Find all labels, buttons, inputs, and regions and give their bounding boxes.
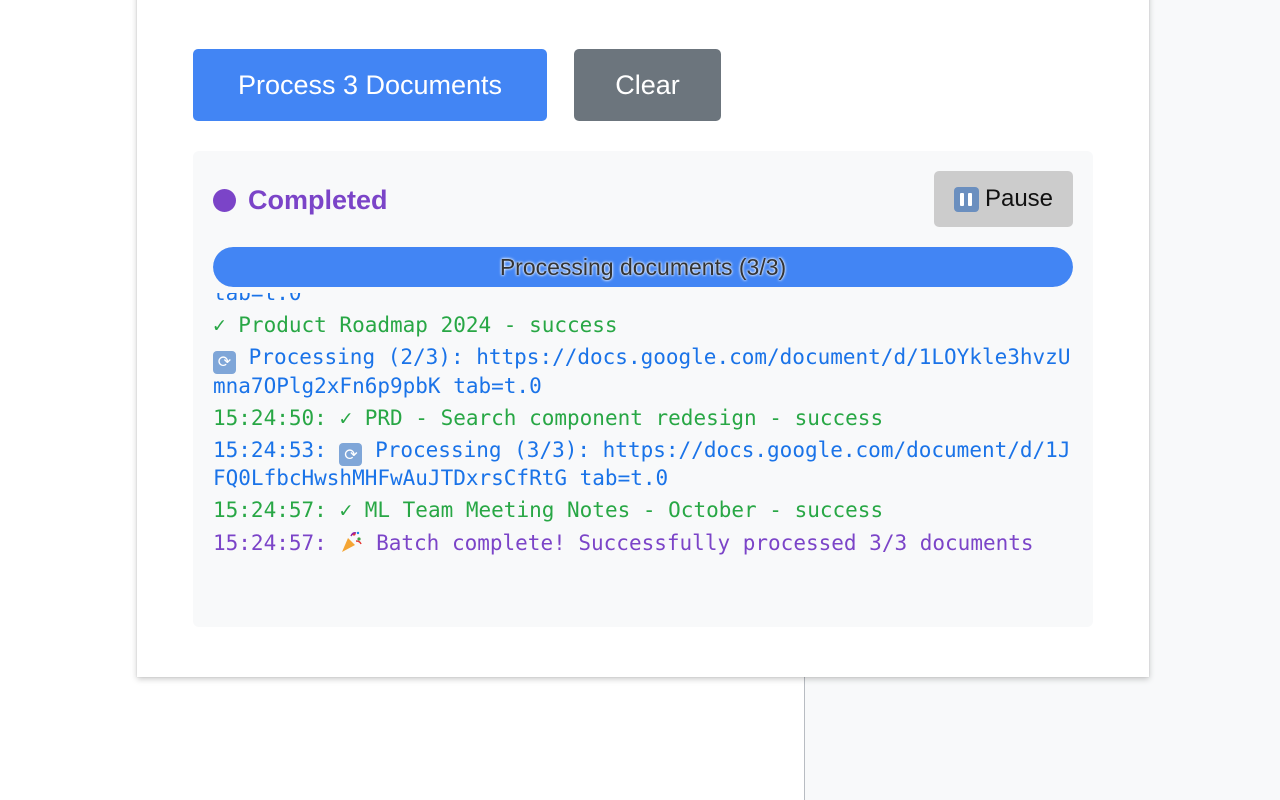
log-timestamp: 15:24:53:: [213, 437, 340, 462]
progress-label: Processing documents (3/3): [499, 253, 787, 280]
log-line: ⟳ Processing (2/3): https://docs.google.…: [213, 345, 1083, 399]
log-timestamp: 15:24:50:: [213, 405, 340, 430]
log-timestamp: 15:24:57:: [213, 498, 340, 522]
log-message: ✓ ML Team Meeting Notes - October - succ…: [339, 498, 884, 522]
log-message: ✓ Product Roadmap 2024 - success: [213, 313, 618, 337]
log-line: 15:24:53: ⟳ Processing (3/3): https://do…: [213, 438, 1083, 492]
activity-log[interactable]: tab=t.0 ✓ Product Roadmap 2024 - success…: [213, 293, 1083, 607]
status-panel: Completed Pause Processing documents (3/…: [193, 151, 1093, 627]
status-dot-icon: [213, 188, 236, 212]
log-line: ✓ Product Roadmap 2024 - success: [213, 313, 1083, 338]
pause-label: Pause: [984, 185, 1054, 212]
log-message: Processing (2/3): https://docs.google.co…: [213, 345, 1071, 398]
pause-button[interactable]: Pause: [934, 171, 1073, 227]
log-message: Batch complete! Successfully processed 3…: [376, 531, 1034, 555]
progress-bar: Processing documents (3/3): [213, 247, 1073, 287]
log-line: 15:24:57: ✓ ML Team Meeting Notes - Octo…: [213, 498, 1083, 523]
log-message: ✓ PRD - Search component redesign - succ…: [339, 405, 884, 430]
processor-card: Process 3 Documents Clear Completed Paus…: [137, 0, 1149, 677]
log-content: tab=t.0 ✓ Product Roadmap 2024 - success…: [213, 293, 1083, 563]
log-timestamp: 15:24:57:: [213, 531, 340, 555]
log-line: 15:24:50: ✓ PRD - Search component redes…: [213, 406, 1083, 431]
clear-button[interactable]: Clear: [574, 49, 721, 121]
refresh-icon: ⟳: [339, 443, 363, 466]
party-popper-icon: [342, 531, 363, 552]
log-line: 15:24:57: Batch complete! Successfully p…: [213, 530, 1083, 556]
status-label: Completed: [248, 184, 388, 215]
log-line-partial: tab=t.0: [213, 293, 302, 305]
refresh-icon: ⟳: [213, 350, 236, 374]
status-indicator: Completed: [213, 175, 388, 225]
pause-icon: [953, 186, 979, 212]
process-documents-button[interactable]: Process 3 Documents: [193, 49, 547, 121]
